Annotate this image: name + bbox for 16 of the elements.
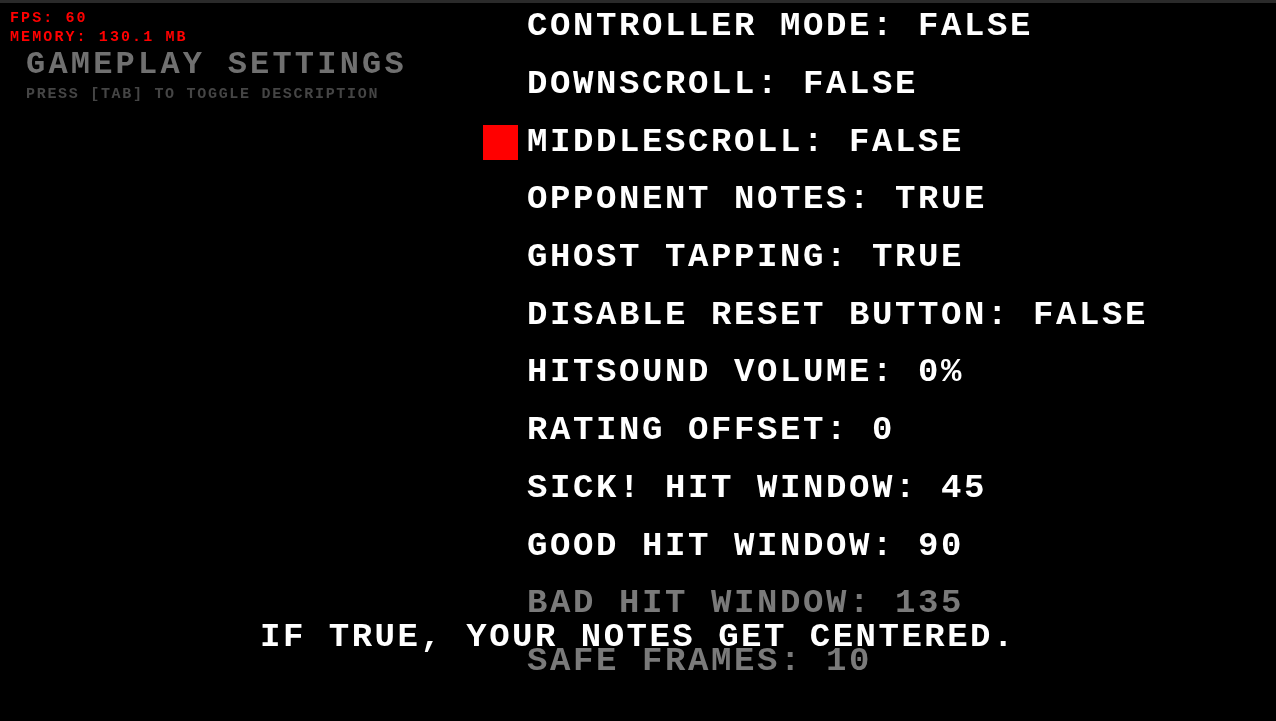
- option-item[interactable]: DISABLE RESET BUTTON: FALSE: [527, 300, 1149, 326]
- option-item[interactable]: GHOST TAPPING: TRUE: [527, 243, 965, 269]
- option-item[interactable]: GOOD HIT WINDOW: 90: [527, 531, 965, 557]
- option-item[interactable]: BAD HIT WINDOW: 135: [527, 589, 965, 615]
- option-item[interactable]: OPPONENT NOTES: TRUE: [527, 185, 988, 211]
- option-item[interactable]: DOWNSCROLL: FALSE: [527, 70, 919, 96]
- option-item[interactable]: CONTROLLER MODE: FALSE: [527, 12, 1034, 38]
- option-item[interactable]: HITSOUND VOLUME: 0%: [527, 358, 965, 384]
- fps-counter: FPS: 60: [10, 9, 88, 28]
- option-item[interactable]: SICK! HIT WINDOW: 45: [527, 473, 988, 499]
- page-title: GAMEPLAY SETTINGS: [26, 49, 407, 81]
- option-item[interactable]: MIDDLESCROLL: FALSE: [527, 127, 965, 153]
- option-item[interactable]: SAFE FRAMES: 10: [527, 646, 873, 672]
- option-item[interactable]: RATING OFFSET: 0: [527, 416, 896, 442]
- memory-counter: MEMORY: 130.1 MB: [10, 28, 188, 47]
- hint-text: PRESS [TAB] TO TOGGLE DESCRIPTION: [26, 87, 380, 102]
